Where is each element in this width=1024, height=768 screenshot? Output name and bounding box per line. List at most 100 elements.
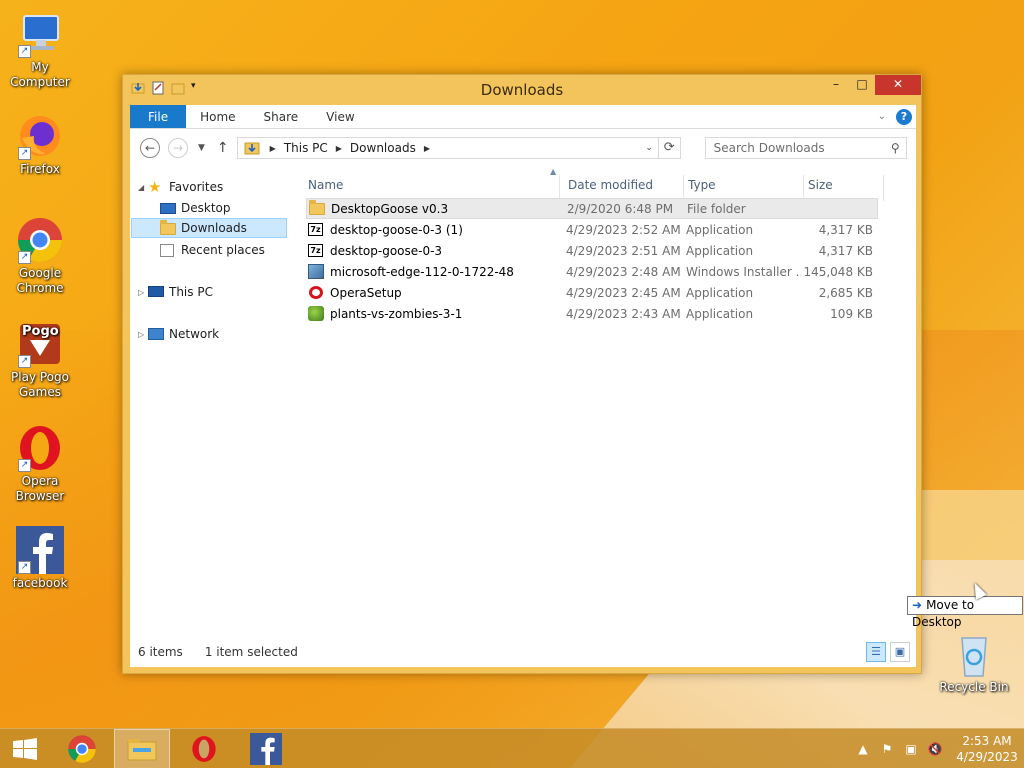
shortcut-arrow-icon: ↗ (18, 251, 31, 264)
taskbar-facebook[interactable] (238, 729, 294, 768)
desktop-icon-label: Recycle Bin (939, 680, 1009, 694)
search-box[interactable]: Search Downloads ⚲ (704, 137, 907, 159)
file-row[interactable]: DesktopGoose v0.3 2/9/2020 6:48 PM File … (306, 198, 878, 219)
desktop-icon-pogo[interactable]: Pogo ↗ Play Pogo Games (0, 320, 80, 400)
file-row[interactable]: 7z desktop-goose-0-3 (1) 4/29/2023 2:52 A… (306, 219, 878, 240)
file-size: 145,048 KB (803, 264, 873, 279)
folder-icon (309, 200, 325, 216)
close-button[interactable]: ✕ (875, 75, 921, 95)
file-name: desktop-goose-0-3 (1) (330, 222, 463, 237)
title-bar[interactable]: ▾ Downloads – □ ✕ (123, 75, 921, 105)
start-button[interactable] (0, 729, 50, 768)
breadcrumb-downloads[interactable]: Downloads (346, 141, 420, 155)
desktop-icon-firefox[interactable]: ↗ Firefox (0, 112, 80, 177)
desktop-icon-recycle-bin[interactable]: Recycle Bin (934, 630, 1014, 695)
clock[interactable]: 2:53 AM 4/29/2023 (950, 733, 1024, 765)
recent-locations-chevron-icon[interactable]: ▼ (198, 143, 205, 153)
desktop-icon-opera[interactable]: ↗ Opera Browser (0, 424, 80, 504)
facebook-icon: ↗ (16, 526, 64, 574)
search-input[interactable]: Search Downloads (714, 141, 825, 155)
address-bar[interactable]: ▶ This PC ▶ Downloads ▶ ⌄ (236, 137, 659, 159)
nav-favorites[interactable]: ◢ ★ Favorites (138, 177, 288, 197)
windows-logo-icon (13, 738, 37, 760)
desktop-icon-label: Play Pogo Games (11, 370, 69, 399)
address-dropdown-icon[interactable]: ⌄ (639, 143, 658, 153)
status-item-count: 6 items (138, 645, 183, 659)
recycle-bin-icon (950, 630, 998, 678)
file-size: 4,317 KB (818, 222, 873, 237)
window-controls: – □ ✕ (823, 75, 921, 95)
file-type: File folder (687, 201, 746, 216)
nav-recent-places-label: Recent places (181, 243, 265, 257)
star-icon: ★ (148, 178, 162, 196)
breadcrumb-separator-icon[interactable]: ▶ (420, 144, 434, 153)
desktop-icon-facebook[interactable]: ↗ facebook (0, 526, 80, 591)
maximize-button[interactable]: □ (849, 75, 875, 95)
breadcrumb-separator-icon[interactable]: ▶ (266, 144, 280, 153)
tab-share[interactable]: Share (250, 105, 313, 128)
file-row[interactable]: 7z desktop-goose-0-3 4/29/2023 2:51 AM Ap… (306, 240, 878, 261)
file-row[interactable]: OperaSetup 4/29/2023 2:45 AM Application… (306, 282, 878, 303)
expand-arrow-icon[interactable]: ▷ (138, 330, 148, 339)
nav-desktop-label: Desktop (181, 201, 231, 215)
explorer-window[interactable]: ▾ Downloads – □ ✕ File Home Share View ⌄… (122, 74, 922, 674)
file-date: 4/29/2023 2:52 AM (566, 222, 681, 237)
taskbar-file-explorer[interactable] (114, 729, 170, 768)
nav-downloads-label: Downloads (181, 221, 247, 235)
nav-desktop[interactable]: Desktop (160, 198, 290, 218)
tab-file[interactable]: File (130, 105, 187, 128)
nav-downloads[interactable]: Downloads (131, 218, 287, 238)
back-button[interactable]: ← (140, 138, 160, 158)
large-icons-view-icon[interactable]: ▣ (890, 642, 910, 662)
tab-view[interactable]: View (312, 105, 368, 128)
file-row[interactable]: microsoft-edge-112-0-1722-48 4/29/2023 2… (306, 261, 878, 282)
window-title: Downloads (480, 81, 564, 99)
file-date: 4/29/2023 2:48 AM (566, 264, 681, 279)
expand-ribbon-chevron-icon[interactable]: ⌄ (878, 111, 886, 122)
clock-time: 2:53 AM (962, 734, 1012, 748)
taskbar-chrome[interactable] (54, 729, 110, 768)
help-icon[interactable]: ? (896, 108, 912, 125)
desktop-icon-my-computer[interactable]: ↗ My Computer (0, 10, 80, 90)
forward-button[interactable]: → (168, 138, 188, 158)
details-view-icon[interactable]: ☰ (866, 642, 886, 662)
opera-icon: ↗ (16, 424, 64, 472)
file-type: Application (686, 243, 754, 258)
desktop-icon (160, 201, 176, 215)
file-row[interactable]: plants-vs-zombies-3-1 4/29/2023 2:43 AM … (306, 303, 878, 324)
refresh-button[interactable]: ⟳ (658, 137, 681, 159)
nav-favorites-label: Favorites (169, 180, 224, 194)
nav-network[interactable]: ▷ Network (138, 324, 288, 344)
clock-date: 4/29/2023 (956, 750, 1018, 764)
nav-this-pc[interactable]: ▷ This PC (138, 282, 288, 302)
file-size: 109 KB (830, 306, 873, 321)
file-size: 4,317 KB (818, 243, 873, 258)
7z-icon: 7z (308, 222, 324, 237)
pvz-icon (308, 306, 324, 321)
up-button[interactable]: ↑ (217, 140, 229, 156)
file-list: ▲ Name Date modified Type Size DesktopGo… (304, 167, 916, 637)
ribbon-tabs: File Home Share View ⌄ ? (130, 105, 916, 129)
chrome-icon (68, 735, 96, 763)
network-status-icon[interactable]: ▣ (902, 742, 920, 756)
desktop-icon-chrome[interactable]: ↗ Google Chrome (0, 216, 80, 296)
volume-muted-icon[interactable]: 🔇 (926, 742, 944, 756)
taskbar-opera[interactable] (176, 729, 232, 768)
file-size: 2,685 KB (818, 285, 873, 300)
desktop-icon-label: Google Chrome (16, 266, 64, 295)
pogo-icon: Pogo ↗ (16, 320, 64, 368)
shortcut-arrow-icon: ↗ (18, 355, 31, 368)
shortcut-arrow-icon: ↗ (18, 459, 31, 472)
breadcrumb-separator-icon[interactable]: ▶ (332, 144, 346, 153)
nav-recent-places[interactable]: Recent places (160, 240, 290, 260)
shortcut-arrow-icon: ↗ (18, 561, 31, 574)
breadcrumb-this-pc[interactable]: This PC (280, 141, 332, 155)
action-center-flag-icon[interactable]: ⚑ (878, 742, 896, 756)
tab-home[interactable]: Home (186, 105, 249, 128)
show-hidden-icons-icon[interactable]: ▲ (854, 742, 872, 756)
computer-icon: ↗ (16, 10, 64, 58)
minimize-button[interactable]: – (823, 75, 849, 95)
search-icon: ⚲ (890, 141, 900, 155)
expand-arrow-icon[interactable]: ▷ (138, 288, 148, 297)
collapse-arrow-icon[interactable]: ◢ (138, 183, 148, 192)
